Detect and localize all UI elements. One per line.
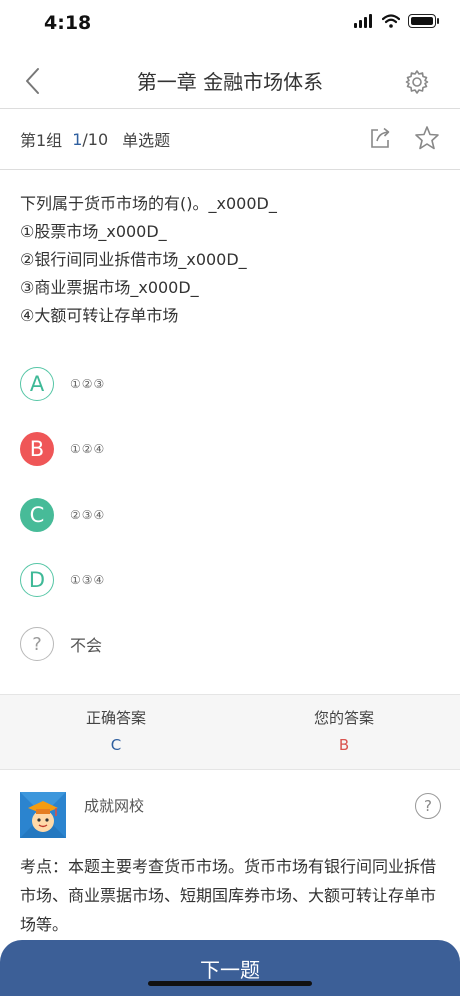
question-line: ②银行间同业拆借市场_x000D_ — [20, 250, 247, 269]
next-question-button[interactable]: 下一题 — [0, 940, 460, 996]
option-letter-a: A — [20, 367, 54, 401]
option-d[interactable]: D ①③④ — [20, 563, 105, 597]
option-b[interactable]: B ①②④ — [20, 432, 105, 466]
option-a[interactable]: A ①②③ — [20, 367, 105, 401]
option-c[interactable]: C ②③④ — [20, 498, 105, 532]
battery-icon — [408, 14, 439, 28]
settings-gear-icon[interactable] — [404, 69, 430, 95]
option-text: ①②③ — [70, 377, 106, 391]
question-line: 下列属于货币市场的有()。_x000D_ — [20, 194, 277, 213]
question-info: 第1组 1/10 单选题 — [20, 127, 170, 151]
answer-summary: 正确答案 C 您的答案 B — [0, 694, 460, 770]
school-name: 成就网校 — [84, 797, 145, 815]
option-dont-know[interactable]: ? 不会 — [20, 627, 102, 661]
question-line: ③商业票据市场_x000D_ — [20, 278, 199, 297]
option-text: ①③④ — [70, 573, 106, 587]
question-line: ④大额可转让存单市场 — [20, 306, 179, 325]
status-icons — [354, 14, 439, 28]
question-line: ①股票市场_x000D_ — [20, 222, 167, 241]
school-logo — [20, 792, 66, 838]
status-time: 4:18 — [44, 12, 92, 34]
option-text: ②③④ — [70, 508, 106, 522]
signal-icon — [354, 14, 372, 28]
your-answer: 您的答案 B — [244, 707, 444, 754]
option-text: 不会 — [70, 636, 103, 655]
correct-answer-value: C — [110, 736, 122, 754]
info-divider — [0, 169, 460, 170]
your-answer-value: B — [338, 736, 350, 754]
next-question-label: 下一题 — [200, 958, 260, 982]
question-counter: 1/10 — [72, 129, 109, 149]
nav-divider — [0, 108, 460, 109]
correct-answer: 正确答案 C — [16, 707, 216, 754]
correct-answer-label: 正确答案 — [85, 709, 146, 727]
option-letter-b: B — [20, 432, 54, 466]
option-text: ①②④ — [70, 442, 106, 456]
option-letter-d: D — [20, 563, 54, 597]
group-label: 第1组 — [20, 131, 63, 150]
question-mark-icon: ? — [20, 627, 54, 661]
analysis-text: 考点：本题主要考查货币市场。货币市场有银行间同业拆借市场、商业票据市场、短期国库… — [20, 857, 437, 934]
wifi-icon — [382, 14, 400, 28]
your-answer-label: 您的答案 — [313, 709, 374, 727]
option-letter-c: C — [20, 498, 54, 532]
question-type: 单选题 — [122, 131, 171, 150]
page-title: 第一章 金融市场体系 — [136, 70, 324, 94]
question-text: 下列属于货币市场的有()。_x000D_ ①股票市场_x000D_ ②银行间同业… — [20, 190, 277, 330]
home-indicator[interactable] — [148, 981, 312, 986]
help-icon[interactable]: ? — [415, 793, 441, 819]
favorite-star-icon[interactable] — [414, 125, 440, 151]
share-icon[interactable] — [368, 126, 392, 150]
